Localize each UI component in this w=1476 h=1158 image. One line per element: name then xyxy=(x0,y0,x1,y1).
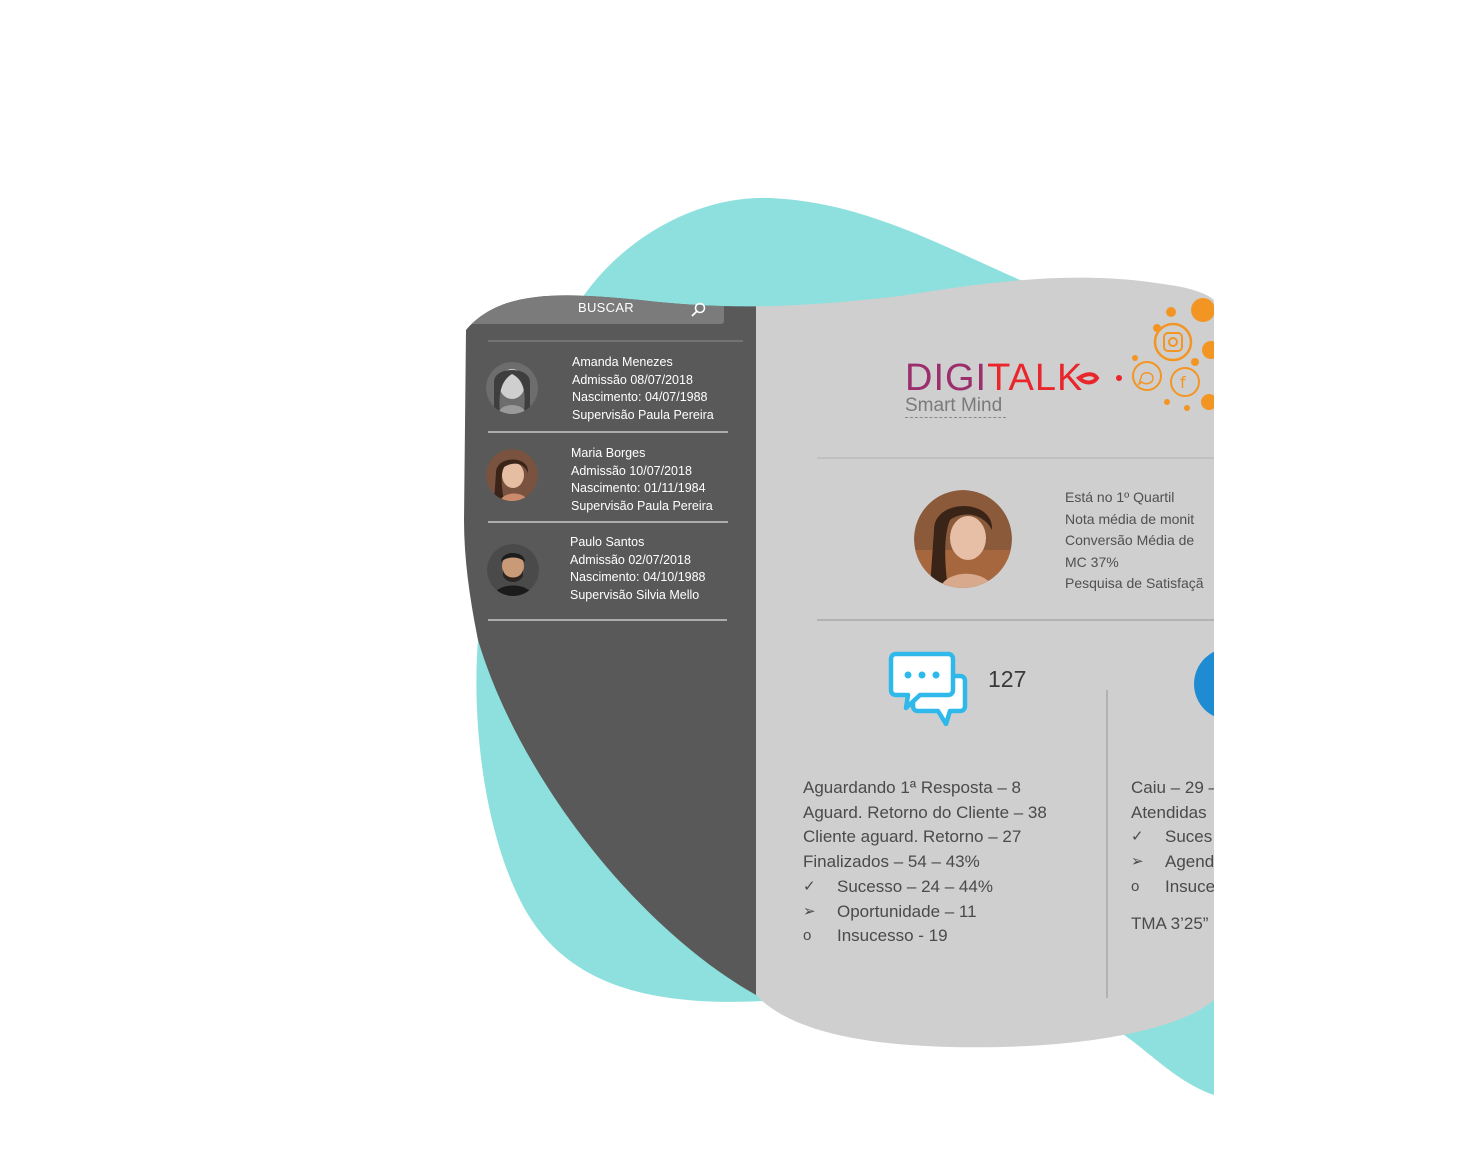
logo-part-2: TALK xyxy=(987,357,1084,399)
chat-stat-line: Finalizados – 54 – 43% xyxy=(803,852,980,872)
calls-stat-line: Atendidas xyxy=(1131,802,1207,822)
calls-sub-item: o Insuce xyxy=(1131,875,1214,900)
employee-admission: Admissão 08/07/2018 xyxy=(572,372,693,387)
logo-tagline: Smart Mind xyxy=(905,395,1007,418)
arrow-bullet-icon: ➢ xyxy=(803,902,816,920)
employee-admission: Admissão 10/07/2018 xyxy=(571,463,692,478)
calls-tma: TMA 3’25” xyxy=(1131,913,1209,933)
arrow-bullet-icon: ➢ xyxy=(1131,853,1144,871)
employee-name: Paulo Santos xyxy=(570,535,645,549)
circle-bullet-icon: o xyxy=(1131,877,1140,895)
kpi-satisfaction: Pesquisa de Satisfaçã xyxy=(1065,575,1204,591)
chat-sub-item: ➢ Oportunidade – 11 xyxy=(803,900,1047,925)
avatar xyxy=(486,362,538,414)
chat-sub-item: o Insucesso - 19 xyxy=(803,924,1047,949)
employee-birth: Nascimento: 04/07/1988 xyxy=(572,390,708,404)
search-label[interactable]: BUSCAR xyxy=(578,300,634,315)
chat-count: 127 xyxy=(988,666,1027,692)
calls-stat-line: Caiu – 29 – xyxy=(1131,778,1214,797)
profile-kpis: Está no 1º Quartil Nota média de monit C… xyxy=(1065,487,1204,595)
employee-admission: Admissão 02/07/2018 xyxy=(570,552,691,567)
calls-stats: Caiu – 29 – Atendidas ✓ Suces ➢ Agend o Ins… xyxy=(1131,776,1214,936)
chat-sub-text: Sucesso – 24 – 44% xyxy=(837,876,993,896)
chat-sub-item: ✓ Sucesso – 24 – 44% xyxy=(803,875,1047,900)
check-icon: ✓ xyxy=(1131,828,1144,846)
employee-supervision: Supervisão Paula Pereira xyxy=(572,407,714,422)
chat-sub-text: Insucesso - 19 xyxy=(837,926,948,946)
chat-stat-line: Cliente aguard. Retorno – 27 xyxy=(803,827,1022,847)
kpi-conversion: Conversão Média de xyxy=(1065,532,1195,548)
calls-stats-clip: Caiu – 29 – Atendidas ✓ Suces ➢ Agend o Ins… xyxy=(1107,770,1214,970)
calls-sub-text: Insuce xyxy=(1165,876,1214,896)
digitalk-logo: DIGITALK Smart Mind xyxy=(905,358,1083,418)
chat-bubbles-icon xyxy=(888,651,968,726)
avatar xyxy=(487,544,539,596)
logo-part-1: DIGI xyxy=(905,357,988,399)
search-icon[interactable] xyxy=(690,300,708,318)
social-network-icon: f xyxy=(1075,298,1214,411)
kpi-quartile: Está no 1º Quartil xyxy=(1065,489,1175,505)
employee-name: Amanda Menezes xyxy=(572,355,673,369)
employee-supervision: Supervisão Silvia Mello xyxy=(570,587,700,602)
circle-bullet-icon: o xyxy=(803,927,812,945)
kpi-mc: MC 37% xyxy=(1065,553,1119,570)
dashboard-mockup: BUSCAR Amanda Menezes Admissão 08/07/201… xyxy=(0,0,1476,1158)
employee-birth: Nascimento: 04/10/1988 xyxy=(570,570,706,584)
check-icon: ✓ xyxy=(803,877,816,895)
avatar xyxy=(486,449,538,501)
chat-stats: Aguardando 1ª Resposta – 8 Aguard. Retor… xyxy=(803,776,1047,949)
chat-stat-line: Aguard. Retorno do Cliente – 38 xyxy=(803,802,1047,822)
calls-sub-text: Agend xyxy=(1165,852,1214,872)
employee-name: Maria Borges xyxy=(571,446,646,460)
profile-avatar xyxy=(914,490,1012,588)
employee-birth: Nascimento: 01/11/1984 xyxy=(571,481,706,495)
chat-sub-text: Oportunidade – 11 xyxy=(837,901,977,921)
calls-sub-text: Suces xyxy=(1165,827,1213,847)
chat-stat-line: Aguardando 1ª Resposta – 8 xyxy=(803,778,1022,797)
calls-sub-item: ✓ Suces xyxy=(1131,825,1214,850)
employee-supervision: Supervisão Paula Pereira xyxy=(571,498,713,513)
kpi-monitoring: Nota média de monit xyxy=(1065,510,1195,527)
calls-sub-item: ➢ Agend xyxy=(1131,850,1214,875)
background-graphics xyxy=(464,0,1476,1158)
svg-text:f: f xyxy=(1180,373,1186,392)
